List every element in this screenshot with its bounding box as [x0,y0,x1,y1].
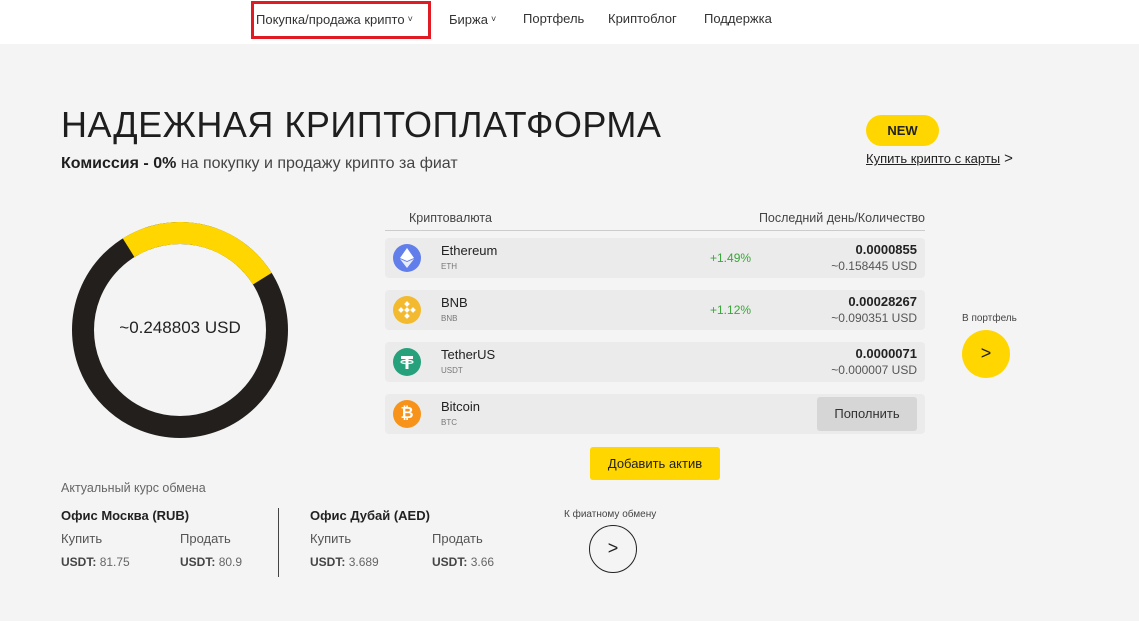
add-asset-button[interactable]: Добавить актив [590,447,720,480]
moscow-buy-rate: USDT: 81.75 [61,555,130,569]
nav-item-exchange[interactable]: Биржа ˅ [449,0,496,38]
commission-description: на покупку и продажу крипто за фиат [176,155,458,172]
tether-icon [393,348,421,376]
currency-label: USDT: [180,555,216,569]
buy-label: Купить [61,531,103,546]
fiat-exchange-button[interactable]: > [589,525,637,573]
nav-label: Биржа [449,12,488,27]
go-to-portfolio-button[interactable]: > [962,330,1010,378]
nav-item-portfolio[interactable]: Портфель [523,0,584,38]
total-balance: ~0.248803 USD [119,318,241,337]
hero-subtitle: Комиссия - 0% на покупку и продажу крипт… [61,155,458,173]
currency-label: USDT: [432,555,468,569]
currency-label: USDT: [61,555,97,569]
currency-label: USDT: [310,555,346,569]
asset-name: BNB [441,295,468,310]
asset-ticker: ETH [441,262,457,271]
portfolio-label: В портфель [962,313,1017,324]
asset-name: Ethereum [441,243,498,258]
asset-name: Bitcoin [441,399,481,414]
asset-change: +1.12% [710,303,752,317]
office-dubai-title: Офис Дубай (AED) [310,508,430,523]
top-navigation: Покупка/продажа крипто ˅ Биржа ˅ Портфель … [0,0,1139,44]
asset-amount: 0.0000071 [855,346,917,361]
asset-usd-value: ~0.158445 USD [831,259,917,273]
nav-item-support[interactable]: Поддержка [704,0,772,38]
dubai-sell-rate: USDT: 3.66 [432,555,494,569]
dubai-buy-rate: USDT: 3.689 [310,555,379,569]
sell-label: Продать [432,531,483,546]
asset-usd-value: ~0.000007 USD [831,363,917,377]
bnb-icon [393,296,421,324]
nav-item-cryptoblog[interactable]: Криптоблог [608,0,677,38]
rate-value: 80.9 [218,555,243,569]
office-moscow-title: Офис Москва (RUB) [61,508,190,523]
asset-amount: 0.0000855 [855,242,917,257]
buy-crypto-with-card-link[interactable]: Купить крипто с карты > [866,150,1013,167]
asset-amount: 0.00028267 [848,294,917,309]
chevron-right-icon: > [1004,150,1013,167]
asset-usd-value: ~0.090351 USD [831,311,917,325]
column-header-currency: Криптовалюта [409,211,492,225]
commission-text: Комиссия - 0% [61,155,177,172]
sell-label: Продать [180,531,231,546]
chevron-down-icon: ˅ [490,14,497,24]
asset-ticker: BNB [441,314,458,323]
table-divider [385,230,925,231]
exchange-rates-title: Актуальный курс обмена [61,481,206,495]
nav-highlight-box [251,1,431,39]
moscow-sell-rate: USDT: 80.9 [180,555,242,569]
rate-value: 81.75 [99,555,130,569]
asset-change: +1.49% [710,251,752,265]
ethereum-icon [393,244,421,272]
asset-ticker: USDT [441,366,463,375]
asset-row-bitcoin[interactable]: ₿ Bitcoin BTC Пополнить [385,394,925,434]
buy-label: Купить [310,531,352,546]
rate-value: 3.66 [470,555,495,569]
asset-ticker: BTC [441,418,457,427]
asset-row-tether[interactable]: TetherUS USDT 0.0000071 ~0.000007 USD [385,342,925,382]
asset-row-bnb[interactable]: BNB BNB +1.12% 0.00028267 ~0.090351 USD [385,290,925,330]
asset-row-ethereum[interactable]: Ethereum ETH +1.49% 0.0000855 ~0.158445 … [385,238,925,278]
topup-button[interactable]: Пополнить [817,397,917,431]
fiat-exchange-label: К фиатному обмену [564,509,657,520]
buy-link-label: Купить крипто с карты [866,151,1001,166]
new-badge: NEW [866,115,939,146]
column-header-last-day: Последний день/Количество [758,211,925,225]
page-title: НАДЕЖНАЯ КРИПТОПЛАТФОРМА [61,104,662,145]
office-divider [278,508,279,577]
asset-name: TetherUS [441,347,496,362]
bitcoin-icon: ₿ [393,400,421,428]
rate-value: 3.689 [348,555,379,569]
